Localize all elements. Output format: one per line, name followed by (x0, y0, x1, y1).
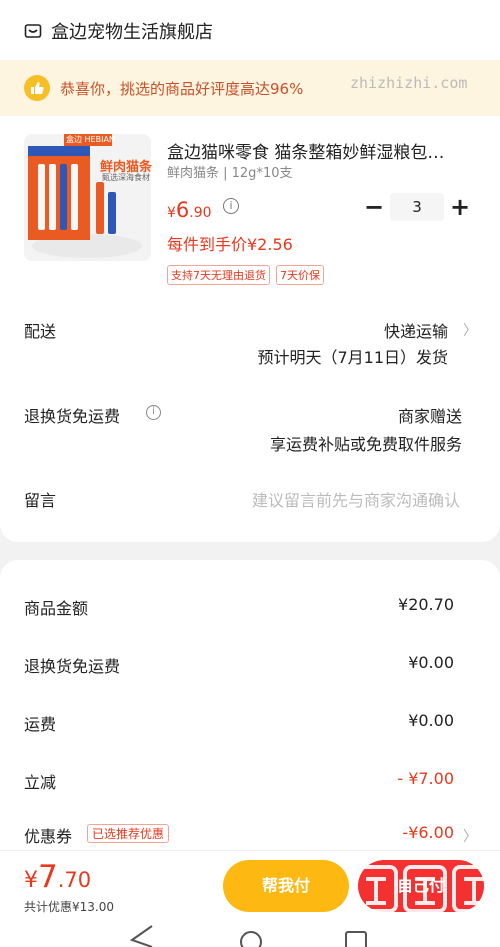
quantity-stepper: − 3 + (358, 192, 476, 222)
system-nav-bar (0, 920, 500, 947)
product-spec[interactable]: 鲜肉猫条 | 12g*10支 (167, 162, 292, 181)
price-protect-tag: 7天价保 (276, 265, 324, 285)
return-value: 商家赠送 (397, 407, 462, 426)
total-decimal: .70 (57, 868, 92, 892)
product-image-subcaption: 甄选深海食材 (102, 173, 150, 182)
price-decimal: .90 (189, 205, 212, 221)
price-integer: 6 (175, 198, 190, 222)
product-image-brand: 盒边 HEBIAN (66, 135, 115, 144)
thumbs-up-icon (24, 75, 50, 101)
return-info-icon[interactable]: i (146, 405, 161, 420)
message-label: 留言 (24, 491, 57, 510)
watermark-site-text: zhizhizhi.com (350, 74, 468, 92)
shop-header[interactable]: 盒边宠物生活旗舰店 (24, 18, 213, 44)
product-title[interactable]: 盒边猫咪零食 猫条整箱妙鲜湿粮包… (167, 138, 467, 163)
shop-name[interactable]: 盒边宠物生活旗舰店 (51, 18, 213, 44)
unit-price: 每件到手价¥2.56 (167, 235, 293, 254)
store-icon (24, 24, 42, 38)
checkout-bar: ¥ 7 .70 共计优惠¥13.00 帮我付 自己付 (0, 850, 500, 920)
help-pay-button[interactable]: 帮我付 (223, 860, 349, 912)
increase-button[interactable]: + (444, 192, 476, 222)
site-watermark-logo (354, 865, 496, 913)
decrease-button[interactable]: − (358, 192, 390, 222)
return-label: 退换货免运费 (24, 407, 121, 426)
quantity-input[interactable]: 3 (390, 193, 444, 221)
goods-amount-label: 商品金额 (24, 599, 89, 618)
message-input[interactable]: 建议留言前先与商家沟通确认 (252, 487, 460, 511)
total-symbol: ¥ (24, 868, 38, 893)
delivery-eta: 预计明天（7月11日）发货 (257, 348, 448, 367)
price-symbol: ¥ (167, 205, 176, 221)
return-fee-label: 退换货免运费 (24, 657, 121, 676)
shipping-label: 运费 (24, 715, 57, 734)
banner-text: 恭喜你，挑选的商品好评度高达96% (60, 79, 304, 98)
delivery-method[interactable]: 快递运输 (384, 318, 448, 342)
coupon-label[interactable]: 优惠券 (24, 823, 72, 847)
goods-amount-value: ¥20.70 (398, 595, 454, 614)
shipping-value: ¥0.00 (408, 711, 454, 730)
coupon-chevron-icon[interactable]: 〉 (463, 826, 477, 846)
delivery-label: 配送 (24, 322, 57, 341)
total-integer: 7 (38, 859, 58, 895)
chevron-right-icon[interactable]: 〉 (463, 320, 477, 340)
product-image[interactable] (24, 134, 151, 261)
return-detail: 享运费补贴或免费取件服务 (269, 435, 462, 454)
instant-discount-value: - ¥7.00 (397, 769, 454, 788)
return-fee-value: ¥0.00 (408, 653, 454, 672)
price-info-icon[interactable]: i (223, 198, 239, 214)
instant-discount-label: 立减 (24, 773, 57, 792)
return-policy-tag: 支持7天无理由退货 (167, 265, 270, 285)
total-price: ¥ 7 .70 (24, 859, 91, 895)
service-tags: 支持7天无理由退货 7天价保 (167, 265, 324, 285)
nav-buttons-icon[interactable] (0, 920, 500, 947)
product-price: ¥ 6 .90 (167, 198, 212, 222)
total-discount: 共计优惠¥13.00 (24, 900, 114, 914)
coupon-tag[interactable]: 已选推荐优惠 (87, 824, 170, 843)
coupon-value[interactable]: -¥6.00 (402, 823, 454, 842)
